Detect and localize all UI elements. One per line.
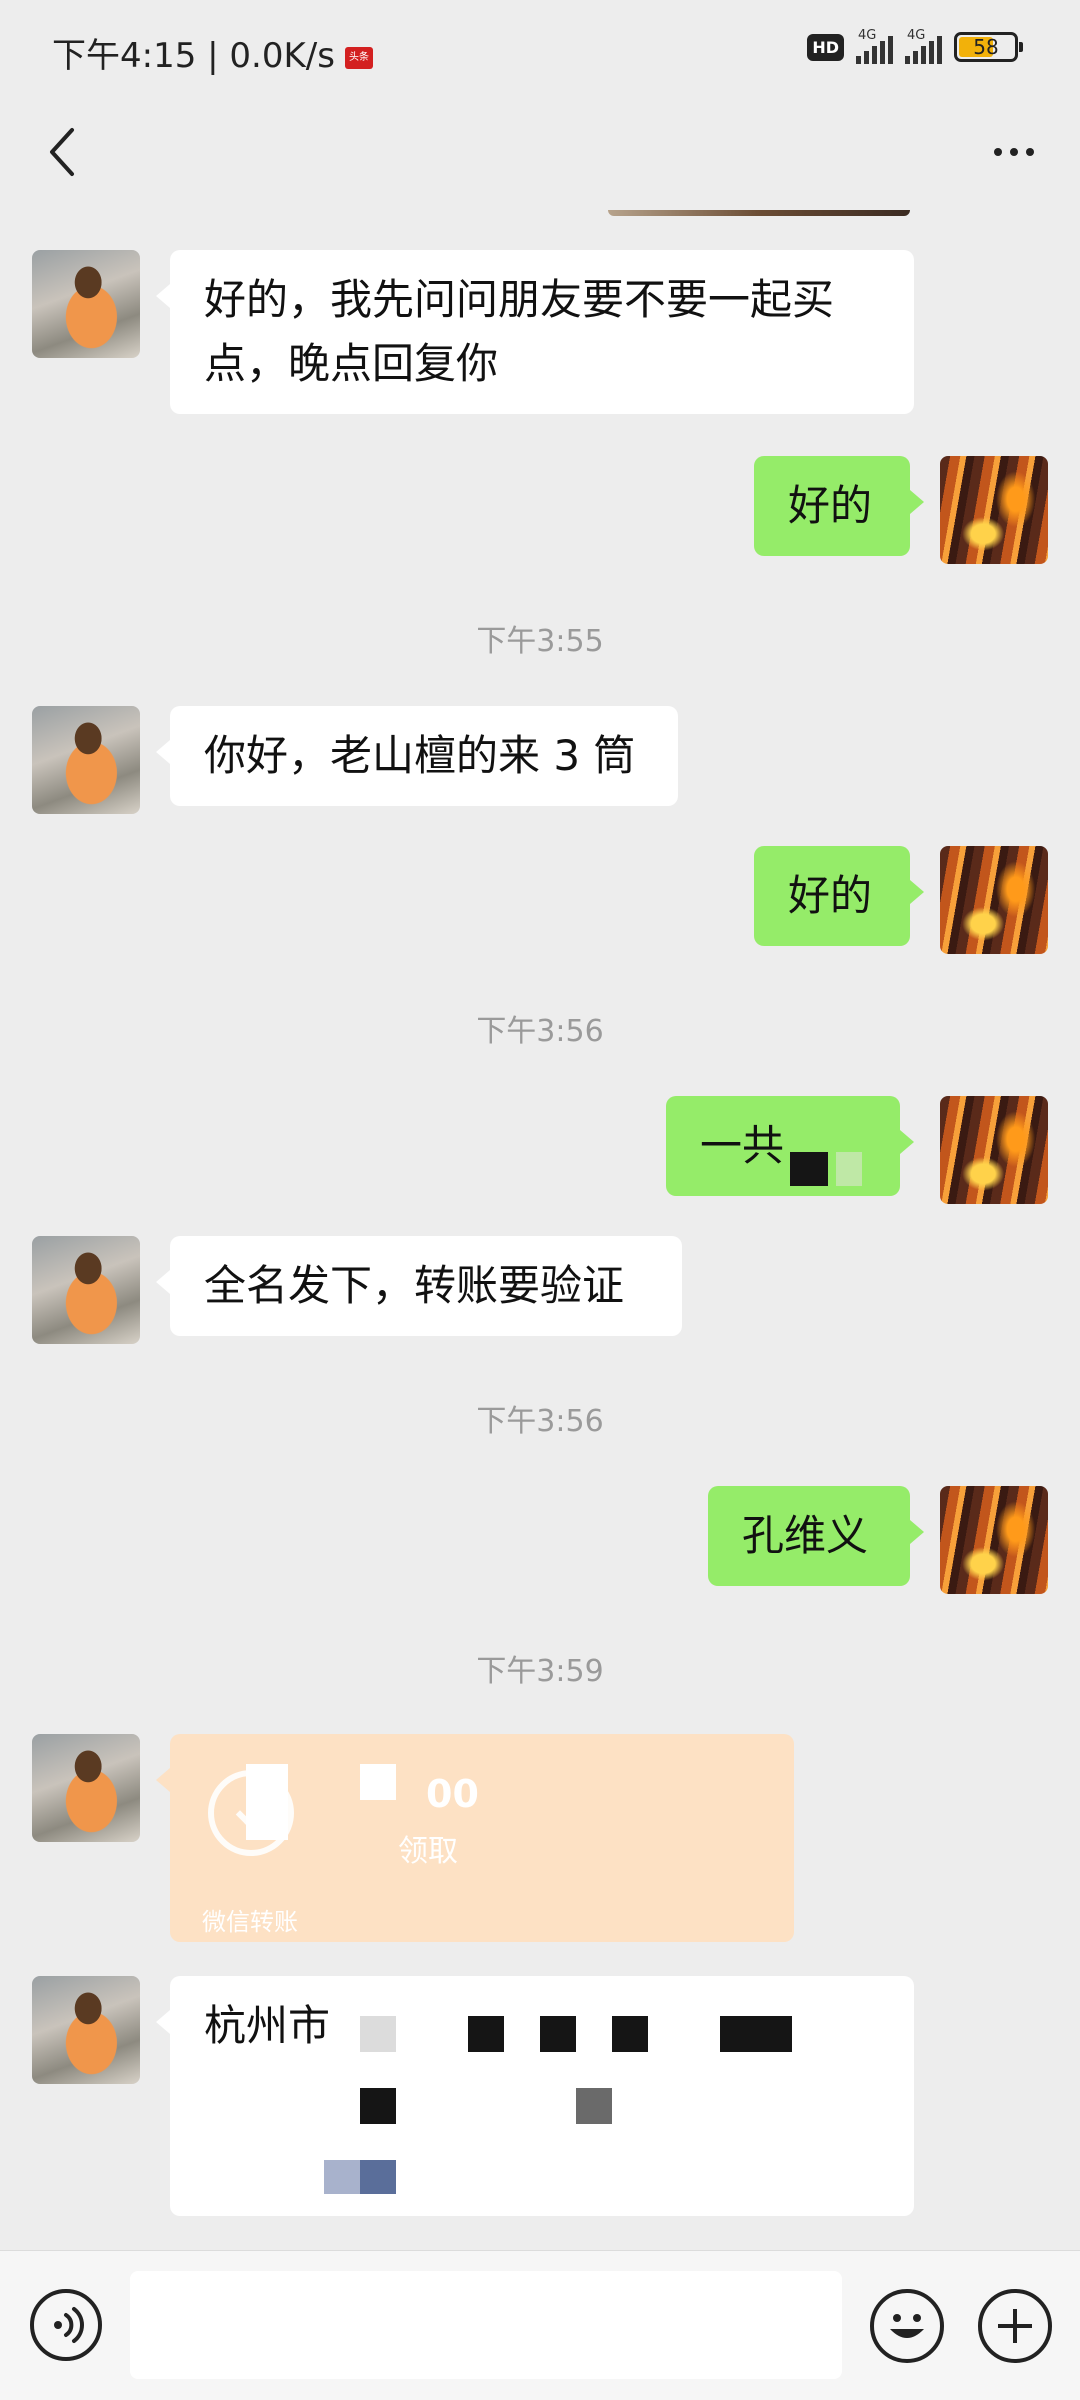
message-text: 好的，我先问问朋友要不要一起买 [204, 275, 835, 324]
avatar[interactable] [32, 1734, 140, 1842]
redaction-block [540, 2016, 576, 2052]
nav-bar [0, 100, 1080, 210]
message-bubble-in[interactable]: 好的，我先问问朋友要不要一起买 点，晚点回复你 [156, 250, 914, 414]
hd-badge: HD [807, 33, 844, 61]
message-text: 点，晚点回复你 [204, 339, 499, 388]
redaction-block [836, 1152, 862, 1186]
previous-image-message[interactable] [608, 210, 910, 216]
redaction-block [360, 2160, 396, 2194]
message-text: 好的 [788, 871, 873, 920]
transfer-footer: 微信转账 [202, 1908, 298, 1936]
avatar[interactable] [940, 1096, 1048, 1204]
chat-area[interactable]: 好的，我先问问朋友要不要一起买 点，晚点回复你 好的 下午3:55 你好，老山檀… [0, 210, 1080, 2250]
redaction-block [576, 2088, 612, 2124]
signal-icon-2: 4G [905, 28, 942, 64]
message-text: 你好，老山檀的来 3 筒 [204, 731, 636, 780]
timestamp: 下午3:56 [476, 1014, 604, 1049]
more-dots-icon[interactable] [978, 120, 1050, 184]
network-label-1: 4G [858, 28, 877, 43]
chevron-left-icon[interactable] [30, 120, 94, 184]
message-text: 全名发下，转账要验证 [204, 1261, 625, 1310]
redaction-block [360, 1764, 396, 1800]
emoji-icon[interactable] [870, 2289, 944, 2363]
redaction-block [360, 2088, 396, 2124]
avatar[interactable] [32, 706, 140, 814]
timestamp: 下午3:55 [476, 624, 604, 659]
redaction-block [468, 2016, 504, 2052]
message-text: 好的 [788, 481, 873, 530]
signal-icon-1: 4G [856, 28, 893, 64]
avatar[interactable] [940, 846, 1048, 954]
plus-icon[interactable] [978, 2289, 1052, 2363]
redaction-block [360, 2016, 396, 2052]
battery-level: 58 [973, 35, 999, 59]
status-time-text: 下午4:15 | 0.0K/s [52, 36, 335, 76]
avatar[interactable] [32, 250, 140, 358]
redaction-block [612, 2016, 648, 2052]
input-bar [0, 2250, 1080, 2400]
status-indicators: HD 4G 4G 58 [807, 28, 1023, 64]
message-text: 杭州市 [204, 2001, 331, 2050]
avatar[interactable] [940, 456, 1048, 564]
timestamp: 下午3:59 [476, 1654, 604, 1689]
redaction-block [720, 2016, 792, 2052]
transfer-amount: 00 [426, 1772, 479, 1816]
status-time: 下午4:15 | 0.0K/s 头条 [52, 28, 373, 77]
message-input[interactable] [130, 2271, 842, 2379]
message-bubble-in[interactable]: 杭州市 [156, 1976, 914, 2216]
news-app-icon: 头条 [344, 46, 373, 69]
timestamp: 下午3:56 [476, 1404, 604, 1439]
redaction-block [324, 2160, 360, 2194]
voice-icon[interactable] [30, 2289, 102, 2361]
message-bubble-in[interactable]: 全名发下，转账要验证 [156, 1236, 682, 1336]
message-text: 孔维义 [742, 1511, 869, 1560]
wechat-transfer-card[interactable]: 00 领取 微信转账 [156, 1734, 794, 1942]
message-bubble-out[interactable]: 好的 [754, 846, 924, 946]
avatar[interactable] [940, 1486, 1048, 1594]
avatar[interactable] [32, 1976, 140, 2084]
message-bubble-in[interactable]: 你好，老山檀的来 3 筒 [156, 706, 678, 806]
transfer-status: 领取 [398, 1834, 458, 1869]
network-label-2: 4G [907, 28, 926, 43]
battery-icon: 58 [954, 32, 1023, 62]
message-bubble-out[interactable]: 孔维义 [708, 1486, 924, 1586]
status-bar: 下午4:15 | 0.0K/s 头条 HD 4G 4G 58 [0, 0, 1080, 100]
avatar[interactable] [32, 1236, 140, 1344]
message-text: 一共 [700, 1121, 785, 1170]
message-bubble-out[interactable]: 一共 [666, 1096, 914, 1196]
message-bubble-out[interactable]: 好的 [754, 456, 924, 556]
redaction-block [246, 1764, 288, 1840]
redaction-block [790, 1152, 828, 1186]
